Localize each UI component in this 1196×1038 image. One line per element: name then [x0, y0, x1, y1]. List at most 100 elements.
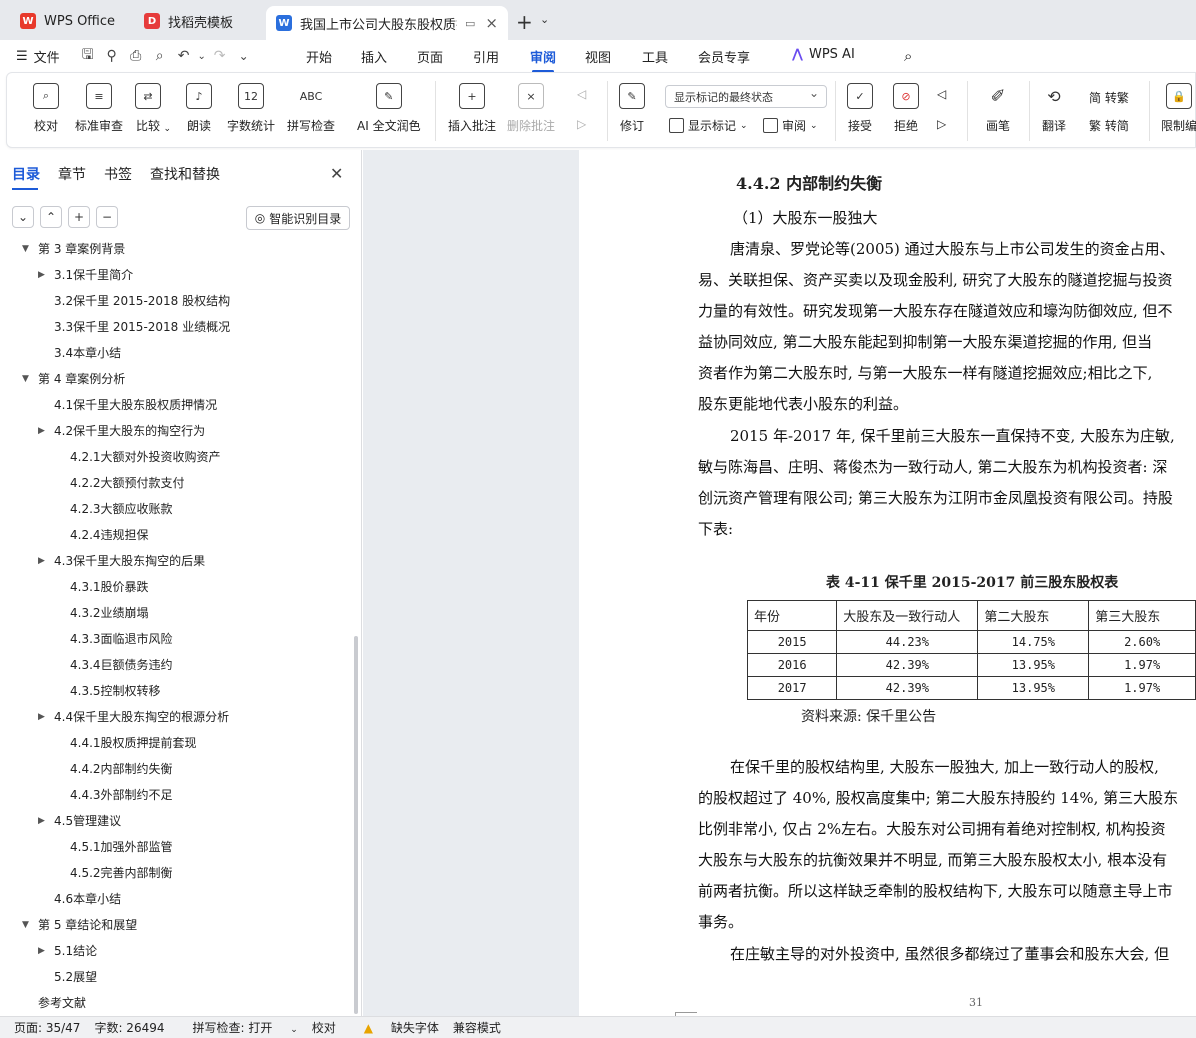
undo-icon[interactable]: ↶ — [172, 48, 196, 64]
document-page[interactable]: 4.4.2 内部制约失衡 （1）大股东一股独大 唐清泉、罗党论等(2005) 通… — [579, 150, 1196, 1016]
toc-item[interactable]: 4.2.4违规担保 — [70, 522, 149, 548]
toc-item[interactable]: 4.2.1大额对外投资收购资产 — [70, 444, 221, 470]
prev-change-icon[interactable]: ◁ — [937, 87, 946, 101]
standard-review-button[interactable]: ≡ 标准审查 — [75, 83, 123, 134]
next-comment-icon[interactable]: ▷ — [577, 117, 586, 131]
close-tab-icon[interactable]: × — [485, 14, 498, 32]
tab-member[interactable]: 会员专享 — [698, 47, 750, 66]
tab-tools[interactable]: 工具 — [642, 47, 668, 66]
tab-wps-office[interactable]: W WPS Office — [10, 6, 126, 36]
display-mode-select[interactable]: 显示标记的最终状态 — [665, 85, 827, 108]
collapsed-arrow-icon[interactable]: ▶ — [38, 808, 45, 834]
tab-wps-ai[interactable]: ⋀ WPS AI — [792, 47, 855, 62]
toc-item[interactable]: 4.4.3外部制约不足 — [70, 782, 173, 808]
toc-item[interactable]: 4.4.2内部制约失衡 — [70, 756, 173, 782]
proofread-indicator[interactable]: 校对 — [312, 1019, 336, 1036]
tab-insert[interactable]: 插入 — [361, 47, 387, 66]
toc-item[interactable]: ▶ 4.3保千里大股东掏空的后果 — [38, 548, 205, 574]
collapse-up-icon[interactable]: ⌃ — [40, 206, 62, 228]
tab-review[interactable]: 审阅 — [530, 47, 556, 73]
pen-button[interactable]: ✐ 画笔 — [985, 83, 1011, 134]
link-icon[interactable]: ⚲ — [100, 48, 124, 64]
insert-comment-button[interactable]: + 插入批注 — [448, 83, 496, 134]
file-menu[interactable]: ☰ 文件 — [16, 47, 60, 66]
nav-tab-find-replace[interactable]: 查找和替换 — [150, 164, 220, 190]
toc-item[interactable]: ▶ 4.2保千里大股东的掏空行为 — [38, 418, 205, 444]
collapsed-arrow-icon[interactable]: ▶ — [38, 548, 45, 574]
tab-home[interactable]: 开始 — [306, 47, 332, 66]
toc-item[interactable]: 4.2.2大额预付款支付 — [70, 470, 185, 496]
delete-comment-button[interactable]: × 删除批注 — [507, 83, 555, 134]
toc-item[interactable]: ▶ 3.1保千里简介 — [38, 262, 133, 288]
smart-toc-button[interactable]: ◎ 智能识别目录 — [246, 206, 350, 230]
ai-polish-button[interactable]: ✎ AI 全文润色 — [357, 83, 421, 134]
reject-button[interactable]: ⊘ 拒绝 — [893, 83, 919, 134]
toc-item[interactable]: 4.1保千里大股东股权质押情况 — [54, 392, 217, 418]
toc-item[interactable]: ▼ 第 4 章案例分析 — [22, 366, 125, 392]
tab-page[interactable]: 页面 — [417, 47, 443, 66]
save-icon[interactable]: 🖫 — [76, 44, 100, 68]
next-change-icon[interactable]: ▷ — [937, 117, 946, 131]
tab-document[interactable]: W 我国上市公司大股东股权质押 ▭ × — [266, 6, 508, 40]
toc-item[interactable]: ▶ 5.1结论 — [38, 938, 97, 964]
undo-dropdown-icon[interactable]: ⌄ — [196, 51, 208, 62]
expand-down-icon[interactable]: ⌄ — [12, 206, 34, 228]
redo-icon[interactable]: ↷ — [208, 48, 232, 64]
expanded-arrow-icon[interactable]: ▼ — [22, 912, 29, 938]
print-icon[interactable]: ⎙ — [124, 48, 148, 64]
word-count-indicator[interactable]: 字数: 26494 — [94, 1019, 164, 1036]
translate-button[interactable]: ⟲ 翻译 — [1041, 83, 1067, 134]
collapsed-arrow-icon[interactable]: ▶ — [38, 938, 45, 964]
toc-item[interactable]: 4.2.3大额应收账款 — [70, 496, 173, 522]
proofread-button[interactable]: ⌕ 校对 — [33, 83, 59, 134]
to-traditional-button[interactable]: 简 转繁 — [1089, 89, 1129, 106]
toc-item[interactable]: 4.5.1加强外部监管 — [70, 834, 173, 860]
toc-item[interactable]: 4.5.2完善内部制衡 — [70, 860, 173, 886]
to-simplified-button[interactable]: 繁 转简 — [1089, 117, 1129, 134]
page-indicator[interactable]: 页面: 35/47 — [14, 1019, 80, 1036]
accept-button[interactable]: ✓ 接受 — [847, 83, 873, 134]
read-aloud-button[interactable]: ♪ 朗读 — [186, 83, 212, 134]
prev-comment-icon[interactable]: ◁ — [577, 87, 586, 101]
collapsed-arrow-icon[interactable]: ▶ — [38, 418, 45, 444]
toc-item[interactable]: ▶ 4.4保千里大股东掏空的根源分析 — [38, 704, 229, 730]
review-pane-button[interactable]: 审阅 ⌄ — [763, 117, 818, 134]
show-markup-button[interactable]: 显示标记 ⌄ — [669, 117, 748, 134]
expanded-arrow-icon[interactable]: ▼ — [22, 242, 29, 262]
toc-item[interactable]: 3.4本章小结 — [54, 340, 121, 366]
track-changes-button[interactable]: ✎ 修订 — [619, 83, 645, 134]
toc-item[interactable]: 4.3.3面临退市风险 — [70, 626, 173, 652]
nav-tab-bookmarks[interactable]: 书签 — [104, 164, 132, 190]
tab-docer[interactable]: D 找稻壳模板 — [134, 6, 262, 36]
new-tab-icon[interactable]: + — [516, 10, 533, 34]
spell-check-button[interactable]: ABC 拼写检查 — [287, 83, 335, 134]
remove-level-icon[interactable]: − — [96, 206, 118, 228]
print-preview-icon[interactable]: ⌕ — [148, 48, 172, 64]
word-count-button[interactable]: 12 字数统计 — [227, 83, 275, 134]
add-level-icon[interactable]: + — [68, 206, 90, 228]
monitor-icon[interactable]: ▭ — [465, 17, 475, 30]
toc-item[interactable]: 参考文献 — [38, 990, 86, 1012]
toc-item[interactable]: ▶ 4.5管理建议 — [38, 808, 121, 834]
close-pane-icon[interactable]: ✕ — [330, 164, 343, 183]
toc-item[interactable]: 3.3保千里 2015-2018 业绩概况 — [54, 314, 230, 340]
toc-item[interactable]: 4.3.2业绩崩塌 — [70, 600, 149, 626]
pane-scrollbar[interactable] — [354, 636, 358, 1014]
toc-item[interactable]: 5.2展望 — [54, 964, 97, 990]
compare-button[interactable]: ⇄ 比较 ⌄ — [135, 83, 171, 134]
toc-item[interactable]: 4.6本章小结 — [54, 886, 121, 912]
nav-tab-chapters[interactable]: 章节 — [58, 164, 86, 190]
more-dropdown-icon[interactable]: ⌄ — [232, 49, 256, 63]
collapsed-arrow-icon[interactable]: ▶ — [38, 704, 45, 730]
toc-item[interactable]: 4.3.5控制权转移 — [70, 678, 161, 704]
toc-item[interactable]: 4.4.1股权质押提前套现 — [70, 730, 197, 756]
tab-references[interactable]: 引用 — [473, 47, 499, 66]
toc-item[interactable]: 4.3.1股价暴跌 — [70, 574, 149, 600]
tab-list-chevron-icon[interactable]: ⌄ — [540, 13, 549, 26]
toc-item[interactable]: 3.2保千里 2015-2018 股权结构 — [54, 288, 230, 314]
nav-tab-toc[interactable]: 目录 — [12, 164, 40, 190]
missing-font-indicator[interactable]: ▲ 缺失字体 — [350, 1019, 439, 1036]
search-icon[interactable]: ⌕ — [904, 47, 912, 65]
collapsed-arrow-icon[interactable]: ▶ — [38, 262, 45, 288]
expanded-arrow-icon[interactable]: ▼ — [22, 366, 29, 392]
